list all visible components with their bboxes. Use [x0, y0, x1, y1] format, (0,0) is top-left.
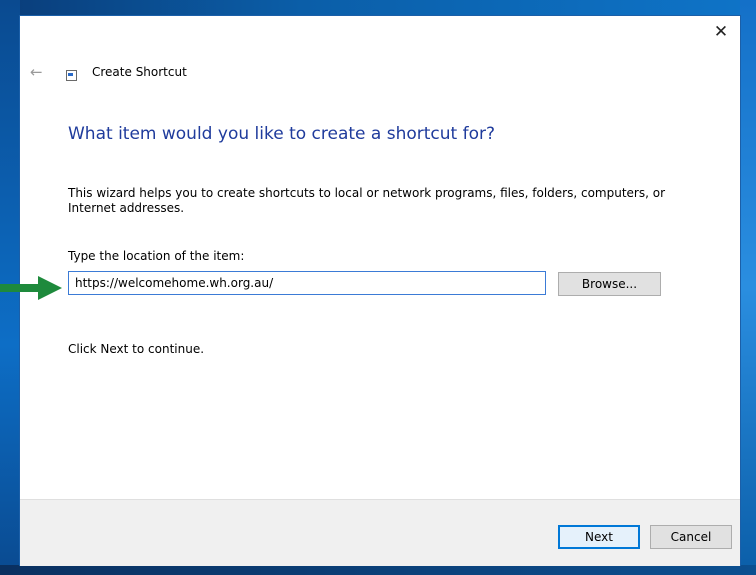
desktop-edge-right — [740, 0, 756, 575]
location-label: Type the location of the item: — [68, 249, 245, 263]
wizard-description: This wizard helps you to create shortcut… — [68, 186, 666, 215]
back-arrow-icon[interactable]: ← — [30, 63, 43, 81]
wizard-heading: What item would you like to create a sho… — [68, 124, 496, 144]
window-title: Create Shortcut — [92, 65, 187, 79]
location-input[interactable] — [68, 271, 546, 295]
cancel-button[interactable]: Cancel — [650, 525, 732, 549]
next-button[interactable]: Next — [558, 525, 640, 549]
browse-button[interactable]: Browse... — [558, 272, 661, 296]
continue-instruction: Click Next to continue. — [68, 342, 205, 356]
annotation-arrow-icon — [0, 276, 62, 300]
shortcut-icon — [66, 70, 77, 81]
close-icon[interactable]: ✕ — [702, 16, 740, 48]
desktop-edge-bottom — [0, 565, 756, 575]
create-shortcut-dialog: ✕ ← Create Shortcut What item would you … — [20, 16, 740, 566]
